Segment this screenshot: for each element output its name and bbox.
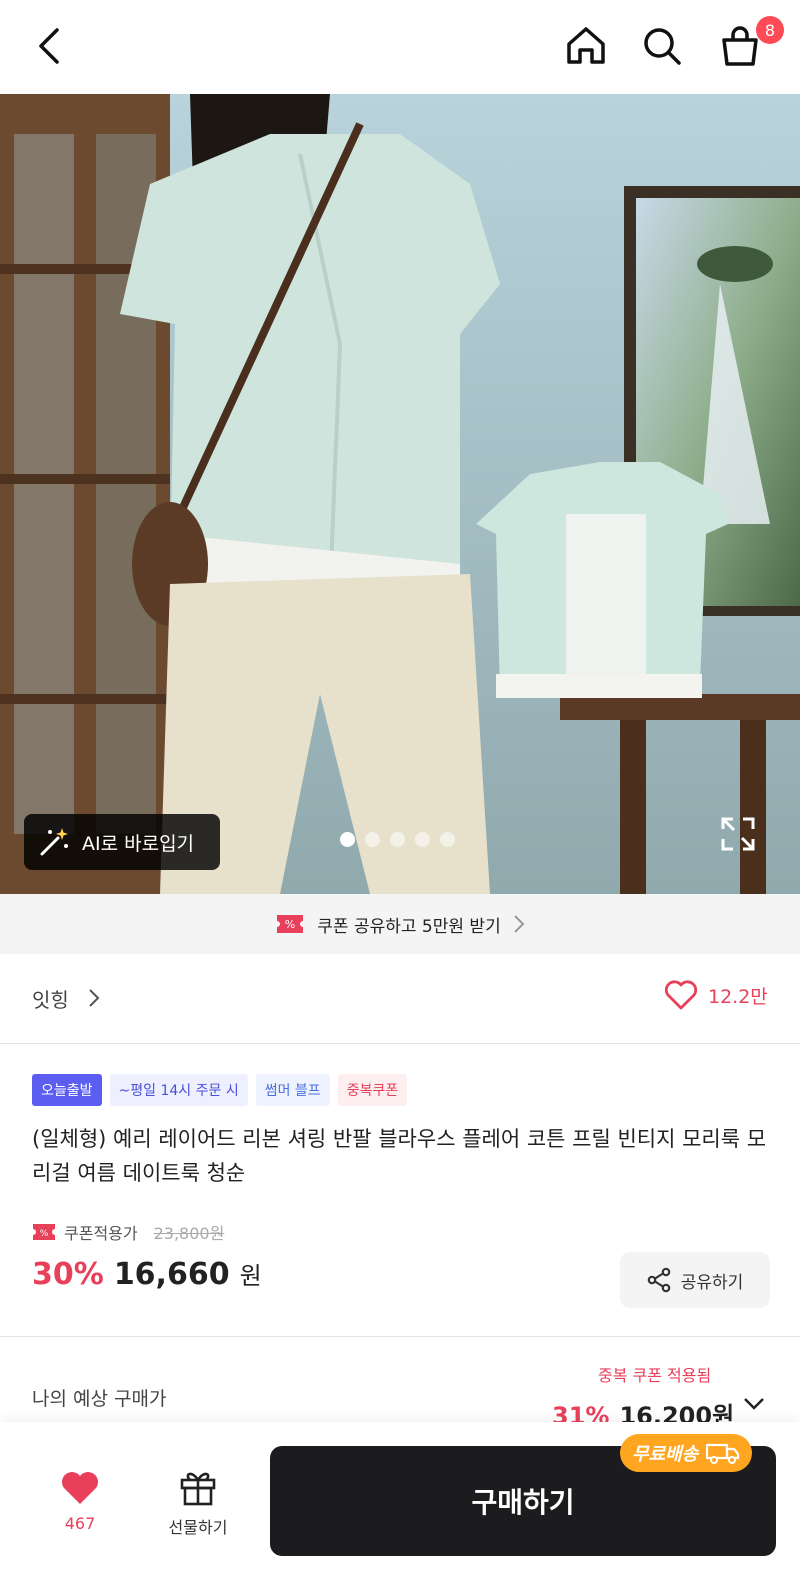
heart-outline-icon xyxy=(664,980,698,1010)
tag-weekday-order: ~평일 14시 주문 시 xyxy=(109,1074,248,1106)
share-button[interactable]: 공유하기 xyxy=(620,1252,770,1308)
brand-like-count: 12.2만 xyxy=(708,985,768,1008)
carousel-dot[interactable] xyxy=(390,832,405,847)
coupon-share-label: 쿠폰 공유하고 5만원 받기 xyxy=(317,916,501,937)
brand-name[interactable]: 잇힝 xyxy=(32,984,69,1013)
ai-try-on-label: AI로 바로입기 xyxy=(82,832,195,855)
carousel-dot-active[interactable] xyxy=(340,832,355,847)
brand-row: 잇힝 12.2만 xyxy=(0,954,800,1044)
coupon-price-row: % 쿠폰적용가 23,800원 xyxy=(32,1220,224,1244)
magic-wand-icon xyxy=(40,828,68,856)
chevron-right-icon[interactable] xyxy=(88,988,100,1008)
top-header: 8 xyxy=(0,0,800,94)
chevron-down-icon[interactable] xyxy=(742,1396,766,1412)
wishlist-count: 467 xyxy=(64,1514,96,1533)
carousel-pagination xyxy=(340,832,455,847)
gift-label: 선물하기 xyxy=(168,1518,228,1537)
carousel-dot[interactable] xyxy=(440,832,455,847)
coupon-price-label: 쿠폰적용가 xyxy=(64,1224,138,1243)
product-tags: 오늘출발 ~평일 14시 주문 시 썸머 블프 중복쿠폰 xyxy=(32,1074,408,1106)
free-shipping-badge: 무료배송 xyxy=(620,1434,753,1472)
svg-text:%: % xyxy=(40,1229,49,1239)
gift-button[interactable]: 선물하기 xyxy=(160,1468,236,1538)
delivery-truck-icon xyxy=(706,1443,740,1464)
wishlist-button[interactable]: 467 xyxy=(56,1470,104,1533)
gift-icon xyxy=(180,1472,216,1506)
search-icon[interactable] xyxy=(638,22,686,70)
section-divider xyxy=(0,1336,800,1337)
free-shipping-label: 무료배송 xyxy=(632,1444,699,1465)
brand-like-button[interactable]: 12.2만 xyxy=(664,980,768,1010)
ai-try-on-button[interactable]: AI로 바로입기 xyxy=(24,814,220,870)
coupon-applied-label: 중복 쿠폰 적용됨 xyxy=(598,1366,712,1385)
cart-count-badge: 8 xyxy=(756,16,784,44)
carousel-dot[interactable] xyxy=(415,832,430,847)
coupon-icon: % xyxy=(277,915,304,933)
currency-unit: 원 xyxy=(239,1262,262,1290)
product-image-carousel[interactable] xyxy=(0,94,800,894)
tag-summer-sale: 썸머 블프 xyxy=(255,1074,330,1106)
heart-filled-icon xyxy=(62,1472,98,1504)
discount-rate: 30% xyxy=(32,1257,104,1292)
share-icon xyxy=(647,1267,671,1293)
back-icon[interactable] xyxy=(26,22,74,70)
fullscreen-expand-icon[interactable] xyxy=(720,816,756,852)
coupon-share-banner[interactable]: % 쿠폰 공유하고 5만원 받기 xyxy=(0,894,800,954)
svg-text:%: % xyxy=(285,918,295,931)
home-icon[interactable] xyxy=(562,22,610,70)
carousel-dot[interactable] xyxy=(365,832,380,847)
share-label: 공유하기 xyxy=(680,1272,744,1293)
sale-price: 16,660 xyxy=(113,1257,230,1292)
product-title: (일체형) 예리 레이어드 리본 셔링 반팔 블라우스 플레어 코튼 프릴 빈티… xyxy=(32,1127,767,1185)
expected-price-label: 나의 예상 구매가 xyxy=(32,1388,167,1410)
tag-today-shipping: 오늘출발 xyxy=(32,1074,102,1106)
price-row: 30% 16,660 원 xyxy=(32,1256,262,1292)
product-photo xyxy=(0,94,800,894)
tag-duplicate-coupon: 중복쿠폰 xyxy=(337,1074,408,1106)
coupon-icon: % xyxy=(33,1224,55,1240)
original-price: 23,800원 xyxy=(153,1224,225,1243)
chevron-right-icon xyxy=(514,915,525,933)
